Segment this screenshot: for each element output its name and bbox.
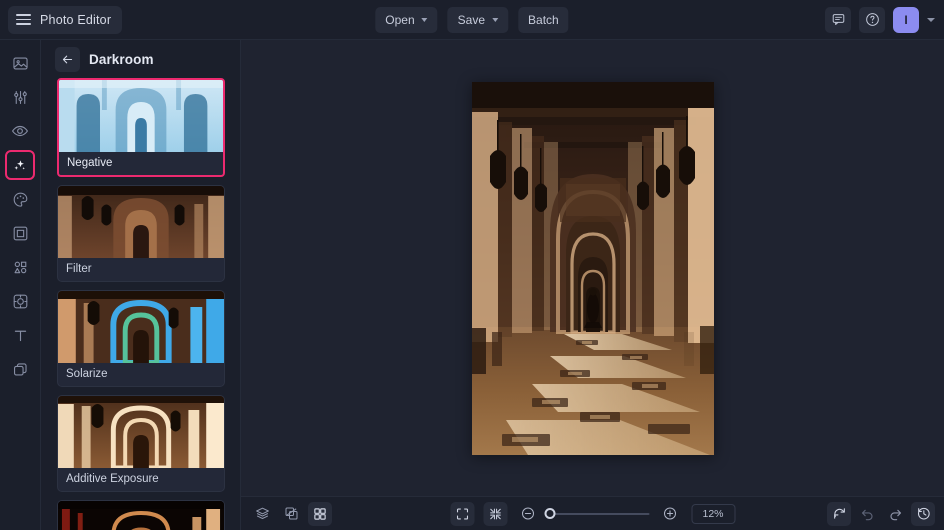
plus-circle-icon <box>664 507 676 520</box>
redo-icon <box>890 509 901 521</box>
preset-thumbnail <box>58 396 224 468</box>
fit-screen-icon <box>456 507 468 520</box>
edited-photo[interactable] <box>471 81 714 455</box>
chat-bubble-icon <box>832 14 844 26</box>
sidebar-item-effects[interactable] <box>5 116 35 146</box>
help-button[interactable] <box>859 6 885 33</box>
open-button[interactable]: Open <box>375 6 438 33</box>
layers-button[interactable] <box>250 502 274 526</box>
reset-rotate-icon <box>833 508 845 519</box>
arrow-left-icon <box>62 55 73 63</box>
history-button[interactable] <box>911 501 935 526</box>
file-actions: Open Save Batch <box>375 6 569 33</box>
compare-split-icon <box>285 507 297 520</box>
top-toolbar: Photo Editor Open Save Batch I <box>0 0 944 40</box>
workspace: Darkroom Negative Filter Solarize Additi… <box>0 40 944 530</box>
history-clock-icon <box>917 507 930 520</box>
avatar[interactable]: I <box>893 6 919 33</box>
back-button[interactable] <box>55 46 80 72</box>
redo-button[interactable] <box>883 502 907 526</box>
preset-item-5[interactable] <box>57 500 225 530</box>
sidebar-item-text[interactable] <box>5 320 35 350</box>
preset-item-solarize[interactable]: Solarize <box>57 290 225 387</box>
preset-list[interactable]: Negative Filter Solarize Additive Exposu… <box>41 78 240 530</box>
sidebar-item-darkroom[interactable] <box>5 150 35 180</box>
zoom-slider-handle[interactable] <box>544 508 555 519</box>
undo-button[interactable] <box>855 502 879 526</box>
hamburger-icon[interactable] <box>16 14 31 25</box>
chevron-down-icon <box>421 17 428 22</box>
preset-item-additive-exposure[interactable]: Additive Exposure <box>57 395 225 492</box>
darkroom-panel: Darkroom Negative Filter Solarize Additi… <box>41 40 241 530</box>
batch-button[interactable]: Batch <box>518 6 569 33</box>
preset-thumbnail <box>58 186 224 258</box>
canvas-viewport[interactable] <box>241 40 944 496</box>
reset-button[interactable] <box>827 501 851 526</box>
page-title: Darkroom <box>89 51 154 67</box>
preset-label: Additive Exposure <box>66 473 159 485</box>
shapes-icon <box>14 261 26 273</box>
grid-view-icon <box>314 507 326 520</box>
fit-screen-button[interactable] <box>450 501 474 526</box>
save-button[interactable]: Save <box>447 6 509 33</box>
focus-icon <box>13 294 27 308</box>
zoom-out-button[interactable] <box>516 502 540 526</box>
collapse-button[interactable] <box>483 501 507 526</box>
open-label: Open <box>385 12 415 27</box>
zoom-slider[interactable] <box>544 508 649 519</box>
preset-item-negative[interactable]: Negative <box>57 78 225 177</box>
compare-button[interactable] <box>279 502 303 526</box>
frame-icon <box>13 226 27 240</box>
text-icon <box>14 330 26 341</box>
preset-label: Negative <box>67 157 113 169</box>
preset-item-filter[interactable]: Filter <box>57 185 225 282</box>
collapse-icon <box>489 508 501 519</box>
palette-icon <box>13 192 27 207</box>
view-mode-group <box>250 501 332 526</box>
photo-editor-window: Photo Editor Open Save Batch I Darkroom … <box>0 0 944 530</box>
sidebar-item-layers-copy[interactable] <box>5 354 35 384</box>
feedback-button[interactable] <box>825 6 851 33</box>
app-menu-button[interactable]: Photo Editor <box>8 5 123 34</box>
preset-label: Filter <box>66 263 92 275</box>
tool-rail <box>0 40 41 530</box>
photo-content <box>471 81 714 455</box>
bottom-toolbar: 12% <box>241 496 944 530</box>
zoom-in-button[interactable] <box>658 502 682 526</box>
account-actions: I <box>825 6 935 33</box>
save-label: Save <box>457 12 486 27</box>
preset-label: Solarize <box>66 368 108 380</box>
sidebar-item-color[interactable] <box>5 184 35 214</box>
sidebar-item-shapes[interactable] <box>5 252 35 282</box>
zoom-controls: 12% <box>450 501 735 526</box>
sidebar-item-focus[interactable] <box>5 286 35 316</box>
layers-icon <box>255 507 269 519</box>
chevron-down-icon <box>492 17 499 22</box>
question-circle-icon <box>865 13 879 26</box>
preset-thumbnail <box>59 80 223 152</box>
sidebar-item-image[interactable] <box>5 48 35 78</box>
grid-view-button[interactable] <box>308 501 332 526</box>
zoom-level-value[interactable]: 12% <box>691 503 735 524</box>
account-chevron-down-icon[interactable] <box>927 17 935 22</box>
canvas-area: 12% <box>241 40 944 530</box>
minus-circle-icon <box>522 507 534 520</box>
avatar-initial: I <box>904 12 908 27</box>
batch-label: Batch <box>528 12 559 27</box>
sliders-icon <box>13 90 27 104</box>
sparkles-icon <box>14 160 25 170</box>
image-icon <box>12 57 28 69</box>
history-controls <box>827 501 935 526</box>
sidebar-item-frame[interactable] <box>5 218 35 248</box>
sidebar-item-adjust[interactable] <box>5 82 35 112</box>
undo-icon <box>861 509 872 521</box>
preset-thumbnail <box>58 291 224 363</box>
panel-header: Darkroom <box>41 40 240 78</box>
app-title: Photo Editor <box>40 12 112 27</box>
preset-thumbnail <box>58 501 224 530</box>
layers-copy-icon <box>13 362 27 375</box>
zoom-slider-track[interactable] <box>544 508 649 519</box>
eye-icon <box>11 125 29 137</box>
